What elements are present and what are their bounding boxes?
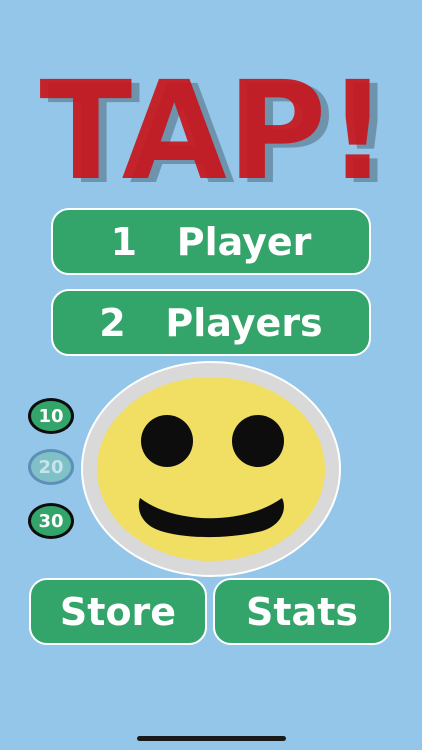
time-option-20-label: 20 (38, 456, 64, 478)
store-button[interactable]: Store (29, 578, 207, 645)
time-option-20[interactable]: 20 (28, 449, 74, 485)
time-option-10-label: 10 (38, 405, 64, 427)
smiley-right-eye (232, 415, 284, 467)
two-players-label: 2 Players (99, 300, 323, 345)
title-text: TAP! (39, 53, 388, 190)
stats-button[interactable]: Stats (213, 578, 391, 645)
one-player-label: 1 Player (110, 219, 312, 264)
smiley-left-eye (141, 415, 193, 467)
home-indicator[interactable] (137, 736, 286, 741)
two-players-button[interactable]: 2 Players (51, 289, 371, 356)
one-player-button[interactable]: 1 Player (51, 208, 371, 275)
time-option-30[interactable]: 30 (28, 503, 74, 539)
time-option-30-label: 30 (38, 510, 64, 532)
store-label: Store (59, 589, 177, 634)
stats-label: Stats (246, 589, 358, 634)
game-title-logo: TAP! TAP! (0, 50, 422, 190)
time-option-10[interactable]: 10 (28, 398, 74, 434)
smiley-tap-target[interactable] (80, 360, 342, 578)
